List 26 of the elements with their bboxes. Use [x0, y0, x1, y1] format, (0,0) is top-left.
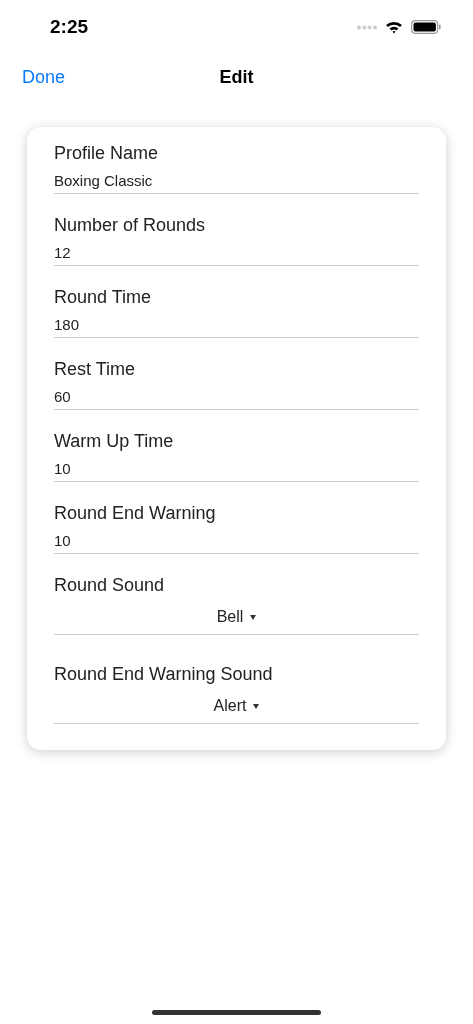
text-field[interactable]: 60 — [54, 388, 419, 410]
text-field[interactable]: 12 — [54, 244, 419, 266]
caret-icon — [253, 703, 260, 709]
picker-value: Bell — [216, 608, 244, 626]
text-field[interactable]: 10 — [54, 532, 419, 554]
picker-value: Alert — [213, 697, 247, 715]
battery-icon — [411, 20, 441, 34]
signal-icon — [357, 24, 377, 30]
text-field[interactable]: Boxing Classic — [54, 172, 419, 194]
sound-picker[interactable]: Alert — [54, 697, 419, 724]
field-label: Warm Up Time — [54, 430, 175, 452]
sound-picker[interactable]: Bell — [54, 608, 419, 635]
status-time: 2:25 — [50, 16, 89, 38]
text-field[interactable]: 180 — [54, 316, 419, 338]
field-label: Round Sound — [54, 574, 166, 596]
field-label: Number of Rounds — [54, 214, 207, 236]
field-label: Round End Warning — [54, 502, 217, 524]
text-field[interactable]: 10 — [54, 460, 419, 482]
field-label: Round Time — [54, 286, 153, 308]
done-button[interactable]: Done — [22, 66, 66, 88]
nav-title: Edit — [219, 66, 254, 88]
field-label: Profile Name — [54, 142, 160, 164]
caret-icon — [250, 614, 257, 620]
field-label: Round End Warning Sound — [54, 663, 274, 685]
wifi-icon — [385, 20, 403, 34]
field-label: Rest Time — [54, 358, 137, 380]
